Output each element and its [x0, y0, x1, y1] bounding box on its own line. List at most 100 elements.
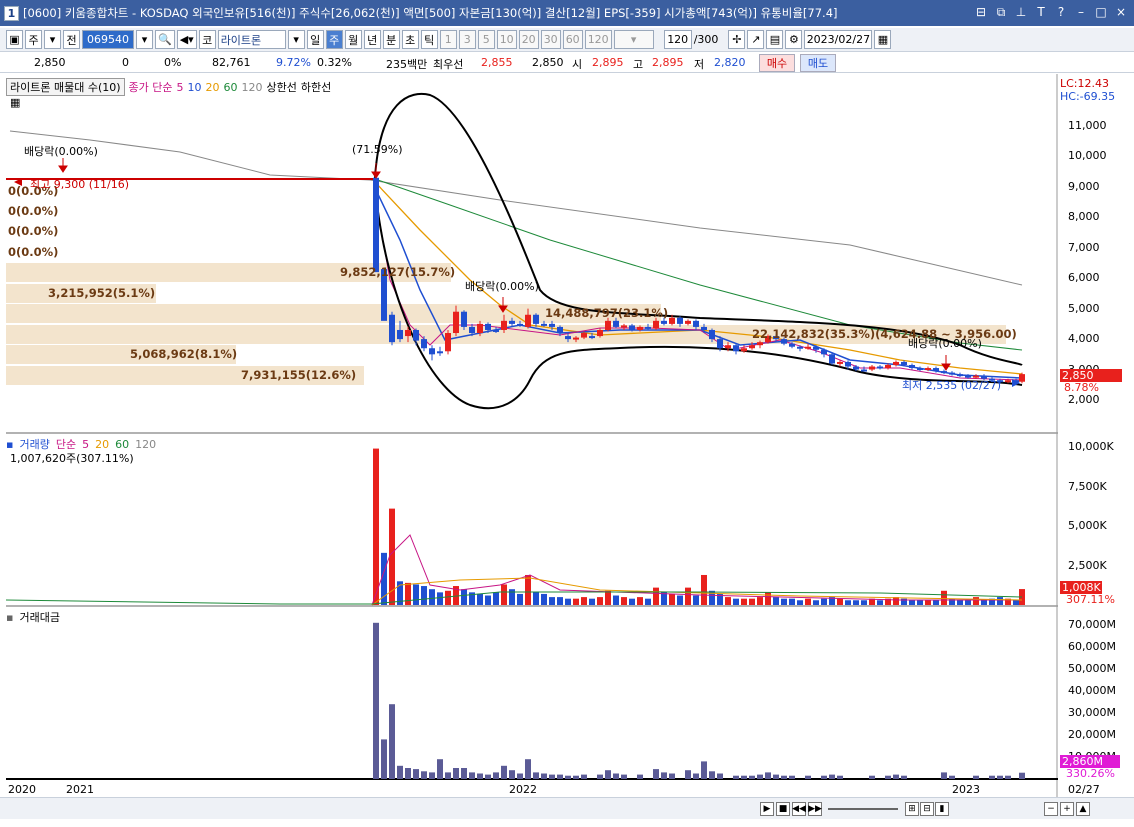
- volume-bar: [645, 598, 651, 605]
- volume-bar: [485, 595, 491, 605]
- date-label: 02/27: [1068, 783, 1100, 796]
- volume-bar: [461, 589, 467, 605]
- fit-icon[interactable]: ▲: [1076, 802, 1090, 816]
- lower-channel: [374, 184, 1023, 410]
- candle-body: [661, 320, 667, 324]
- amount-bar: [485, 774, 491, 779]
- volume-bar: [589, 598, 595, 605]
- amount-bar: [733, 775, 739, 779]
- candle-body: [573, 337, 579, 340]
- layout-icon[interactable]: ⊟: [920, 802, 934, 816]
- candle-body: [877, 366, 883, 369]
- volume-bar: [757, 597, 763, 605]
- candle-body: [813, 346, 819, 350]
- vol-ma60-legend[interactable]: 60: [115, 438, 129, 451]
- amount-tick: 60,000M: [1068, 640, 1116, 653]
- zoom-out-icon[interactable]: −: [1044, 802, 1058, 816]
- volume-pct-tag: 307.11%: [1066, 593, 1115, 606]
- date-label: 2022: [509, 783, 537, 796]
- volume-bar: [997, 597, 1003, 605]
- amount-bar: [445, 772, 451, 779]
- drop-label: (71.59%): [352, 143, 403, 156]
- amount-bar: [829, 774, 835, 779]
- amount-bar: [1005, 775, 1011, 779]
- profile-label: 0(0.0%): [8, 224, 59, 238]
- volume-bar: [405, 582, 411, 605]
- candle-body: [725, 345, 731, 349]
- zoom-slider[interactable]: [828, 808, 898, 810]
- volume-tick: 7,500K: [1068, 479, 1107, 493]
- navigation-bar: [0, 797, 1134, 819]
- hc-label: HC:-69.35: [1060, 90, 1116, 103]
- amount-bar: [701, 761, 707, 779]
- split-icon[interactable]: ⊞: [905, 802, 919, 816]
- play-icon[interactable]: ▶: [760, 802, 774, 816]
- candle-body: [445, 333, 451, 352]
- candle-body: [477, 323, 483, 334]
- candle-body: [605, 320, 611, 330]
- volume-bar: [621, 597, 627, 605]
- date-label: 2023: [952, 783, 980, 796]
- candle-body: [613, 320, 619, 327]
- forward-icon[interactable]: ▶▶: [808, 802, 822, 816]
- volume-bar: [965, 600, 971, 605]
- rewind-icon[interactable]: ◀◀: [792, 802, 806, 816]
- profile-label: 3,215,952(5.1%): [48, 286, 156, 300]
- price-tick: 8,000: [1068, 210, 1100, 224]
- candle-body: [429, 348, 435, 355]
- vol-ma120-legend[interactable]: 120: [135, 438, 156, 451]
- amount-pct-tag: 330.26%: [1066, 767, 1115, 780]
- candle-body: [949, 372, 955, 375]
- amount-bar: [669, 773, 675, 779]
- price-tick: 11,000: [1068, 119, 1107, 132]
- volume-bar: [597, 597, 603, 605]
- volume-bar: [1013, 600, 1019, 605]
- amount-bar: [789, 775, 795, 779]
- amount-tick: 40,000M: [1068, 684, 1116, 697]
- amount-bar: [765, 772, 771, 779]
- amount-bar: [405, 768, 411, 779]
- volume-bar: [501, 584, 507, 605]
- candle-body: [693, 320, 699, 327]
- volume-bar: [693, 595, 699, 605]
- candle-body: [421, 339, 427, 349]
- amount-bar: [709, 771, 715, 779]
- date-label: 2021: [66, 783, 94, 796]
- amount-bar: [997, 775, 1003, 779]
- amount-bar: [941, 772, 947, 779]
- volume-bar: [797, 600, 803, 605]
- price-tick: 6,000: [1068, 271, 1100, 285]
- amount-bar: [373, 622, 379, 779]
- volume-bar: [581, 597, 587, 605]
- amount-tick: 30,000M: [1068, 706, 1116, 719]
- stop-icon[interactable]: ■: [776, 802, 790, 816]
- candle-body: [829, 354, 835, 364]
- volume-bar: [541, 593, 547, 605]
- date-label: 2020: [8, 783, 36, 796]
- profile-label: 9,852,127(15.7%): [340, 265, 456, 279]
- zoom-in-icon[interactable]: +: [1060, 802, 1074, 816]
- candle-body: [677, 317, 683, 324]
- candle-body: [413, 329, 419, 341]
- amount-bar: [509, 770, 515, 779]
- bar-icon[interactable]: ▮: [935, 802, 949, 816]
- vol-ma20-legend[interactable]: 20: [95, 438, 109, 451]
- volume-bar: [573, 598, 579, 605]
- volume-last-value: 1,007,620주(307.11%): [10, 452, 134, 465]
- volume-bar: [749, 598, 755, 605]
- vol-ma5-legend[interactable]: 5: [82, 438, 89, 451]
- candle-body: [453, 311, 459, 334]
- volume-bar: [669, 593, 675, 605]
- price-tick: 2,000: [1068, 393, 1100, 406]
- volume-bar: [373, 448, 379, 605]
- candle-body: [917, 368, 923, 371]
- amount-bar: [621, 774, 627, 779]
- low-label: 최저 2,535 (02/27): [902, 379, 1002, 392]
- amount-bar: [949, 775, 955, 779]
- volume-bar: [653, 587, 659, 605]
- volume-bar: [517, 593, 523, 605]
- amount-title[interactable]: 거래대금: [19, 609, 59, 625]
- price-tick: 10,000: [1068, 149, 1107, 163]
- candle-body: [581, 333, 587, 338]
- candle-body: [845, 361, 851, 367]
